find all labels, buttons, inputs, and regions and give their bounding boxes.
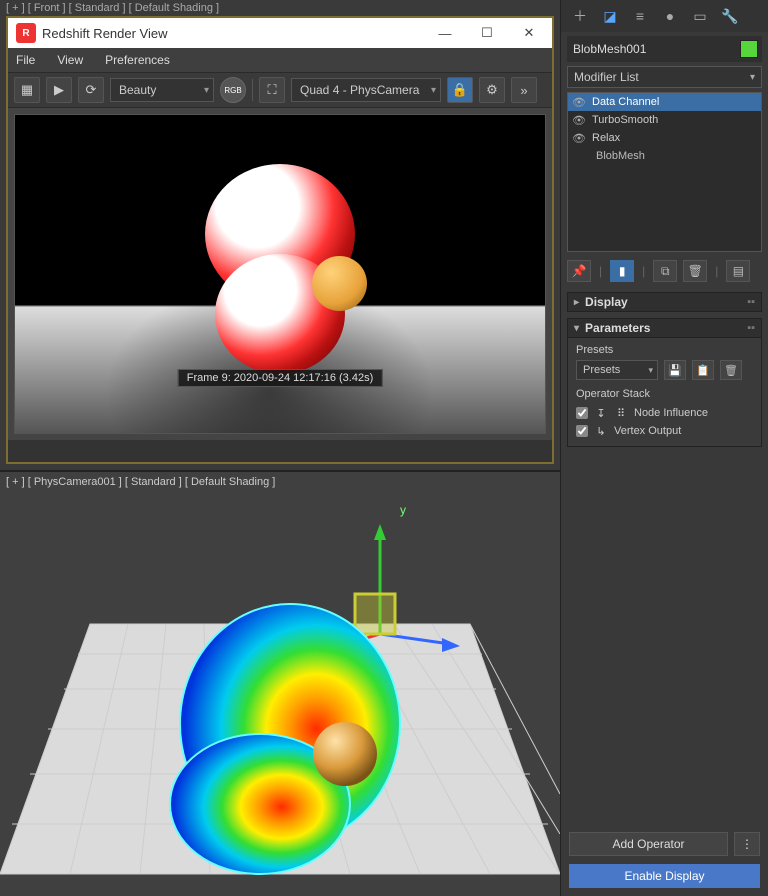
modifier-label: Relax	[592, 132, 620, 144]
visibility-toggle-icon[interactable]: 👁	[572, 114, 586, 127]
base-object-blobmesh[interactable]: BlobMesh	[568, 147, 761, 165]
modifier-stack-tools: 📌 | ▮ | ⧉ 🗑 | ▤	[567, 260, 762, 282]
perspective-viewport[interactable]: [ + ] [ PhysCamera001 ] [ Standard ] [ D…	[0, 470, 560, 896]
redshift-logo-icon: R	[16, 23, 36, 43]
modifier-stack[interactable]: 👁 Data Channel 👁 TurboSmooth 👁 Relax Blo…	[567, 92, 762, 252]
show-end-result-button[interactable]: ▮	[610, 260, 634, 282]
modifier-label: BlobMesh	[596, 150, 645, 162]
command-panel-tabs: ＋ ◪ ≡ ● ▭ 🔧	[561, 0, 768, 32]
object-name-row: BlobMesh001	[567, 36, 762, 62]
display-tab-icon[interactable]: ▭	[689, 5, 711, 27]
operator-stack-label: Operator Stack	[576, 388, 753, 400]
redshift-render-window: R Redshift Render View — ☐ ✕ File View P…	[6, 16, 554, 464]
rollout-handle-icon[interactable]: ▪▪	[747, 322, 755, 334]
modifier-item-turbosmooth[interactable]: 👁 TurboSmooth	[568, 111, 761, 129]
play-button[interactable]: ▶	[46, 77, 72, 103]
operator-output-icon: ↳	[594, 425, 608, 438]
viewport-label-top[interactable]: [ + ] [ Front ] [ Standard ] [ Default S…	[0, 0, 560, 16]
rollout-title: Parameters	[585, 321, 650, 335]
render-output-view[interactable]: Frame 9: 2020-09-24 12:17:16 (3.42s)	[14, 114, 546, 434]
toolbar-separator	[252, 79, 253, 101]
camera-select[interactable]: Quad 4 - PhysCamera	[291, 78, 441, 102]
modifier-label: Data Channel	[592, 96, 659, 108]
render-toolbar: ▦ ▶ ⟳ Beauty RGB ⛶ Quad 4 - PhysCamera 🔒…	[8, 72, 552, 108]
hierarchy-tab-icon[interactable]: ≡	[629, 5, 651, 27]
preset-copy-button[interactable]: 📋	[692, 360, 714, 380]
operator-options-button[interactable]: ⋮	[734, 832, 760, 856]
maximize-button[interactable]: ☐	[466, 19, 508, 47]
viewport-label-bottom[interactable]: [ + ] [ PhysCamera001 ] [ Standard ] [ D…	[6, 476, 275, 488]
visibility-toggle-icon[interactable]: 👁	[572, 132, 586, 145]
render-status-text: Frame 9: 2020-09-24 12:17:16 (3.42s)	[178, 369, 383, 387]
viewport-canvas: y	[0, 472, 560, 896]
more-button[interactable]: »	[511, 77, 537, 103]
rendered-blob-mesh	[185, 164, 375, 364]
preset-save-button[interactable]: 💾	[664, 360, 686, 380]
create-tab-icon[interactable]: ＋	[569, 5, 591, 27]
modify-tab-icon[interactable]: ◪	[599, 5, 621, 27]
svg-text:y: y	[400, 503, 406, 517]
operator-label: Node Influence	[634, 407, 708, 419]
render-menubar: File View Preferences	[8, 48, 552, 72]
operator-enable-checkbox[interactable]	[576, 425, 588, 437]
add-operator-button[interactable]: Add Operator	[569, 832, 728, 856]
operator-item-vertex-output[interactable]: ↳ Vertex Output	[576, 422, 753, 440]
operator-input-icon: ↧	[594, 407, 608, 420]
rollout-handle-icon[interactable]: ▪▪	[747, 296, 755, 308]
utilities-tab-icon[interactable]: 🔧	[719, 5, 741, 27]
menu-view[interactable]: View	[57, 53, 83, 67]
menu-file[interactable]: File	[16, 53, 35, 67]
rollout-parameters-body: Presets Presets 💾 📋 🗑 Operator Stack ↧ ⠿…	[567, 338, 762, 447]
lock-button[interactable]: 🔒	[447, 77, 473, 103]
pin-stack-button[interactable]: 📌	[567, 260, 591, 282]
make-unique-button[interactable]: ⧉	[653, 260, 677, 282]
visibility-toggle-icon[interactable]: 👁	[572, 96, 586, 109]
render-bottom-strip	[8, 440, 552, 462]
minimize-button[interactable]: —	[424, 19, 466, 47]
close-button[interactable]: ✕	[508, 19, 550, 47]
slate-button[interactable]: ▦	[14, 77, 40, 103]
settings-button[interactable]: ⚙	[479, 77, 505, 103]
preset-delete-button[interactable]: 🗑	[720, 360, 742, 380]
presets-label: Presets	[576, 344, 753, 356]
crop-button[interactable]: ⛶	[259, 77, 285, 103]
operator-enable-checkbox[interactable]	[576, 407, 588, 419]
motion-tab-icon[interactable]: ●	[659, 5, 681, 27]
modifier-item-data-channel[interactable]: 👁 Data Channel	[568, 93, 761, 111]
operator-node-icon: ⠿	[614, 407, 628, 420]
rollout-title: Display	[585, 295, 628, 309]
operator-item-node-influence[interactable]: ↧ ⠿ Node Influence	[576, 404, 753, 422]
object-color-swatch[interactable]	[740, 40, 758, 58]
rgb-channel-button[interactable]: RGB	[220, 77, 246, 103]
modifier-item-relax[interactable]: 👁 Relax	[568, 129, 761, 147]
modifier-list-dropdown[interactable]: Modifier List	[567, 66, 762, 88]
rollout-display-header[interactable]: Display ▪▪	[567, 292, 762, 312]
configure-sets-button[interactable]: ▤	[726, 260, 750, 282]
window-titlebar: R Redshift Render View — ☐ ✕	[8, 18, 552, 48]
remove-modifier-button[interactable]: 🗑	[683, 260, 707, 282]
menu-preferences[interactable]: Preferences	[105, 53, 170, 67]
object-name-field[interactable]: BlobMesh001	[567, 42, 740, 56]
operator-label: Vertex Output	[614, 425, 681, 437]
enable-display-button[interactable]: Enable Display	[569, 864, 760, 888]
command-panel: ＋ ◪ ≡ ● ▭ 🔧 BlobMesh001 Modifier List 👁 …	[560, 0, 768, 896]
modifier-label: TurboSmooth	[592, 114, 658, 126]
window-title: Redshift Render View	[42, 26, 424, 41]
refresh-button[interactable]: ⟳	[78, 77, 104, 103]
presets-select[interactable]: Presets	[576, 360, 658, 380]
render-pass-select[interactable]: Beauty	[110, 78, 214, 102]
rollout-parameters-header[interactable]: Parameters ▪▪	[567, 318, 762, 338]
